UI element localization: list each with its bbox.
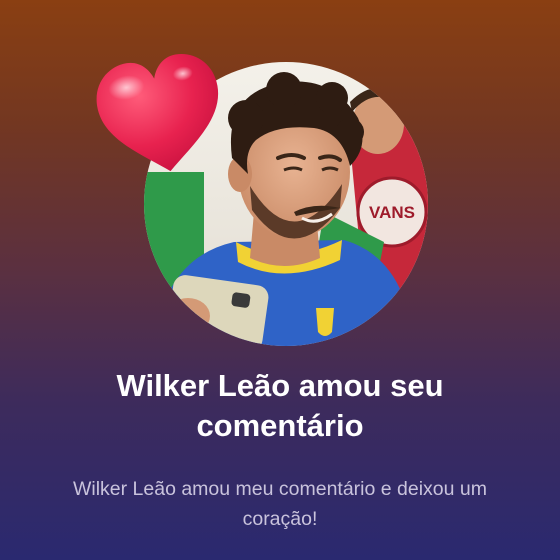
heart-icon — [94, 52, 228, 182]
notification-message: Wilker Leão amou meu comentário e deixou… — [72, 478, 488, 530]
shirt-print: VANS — [369, 203, 415, 222]
notification-title: Wilker Leão amou seu comentário — [116, 368, 444, 443]
love-reaction-notification: VANS Wilker Leão amou seu comentário Wil… — [0, 0, 560, 560]
